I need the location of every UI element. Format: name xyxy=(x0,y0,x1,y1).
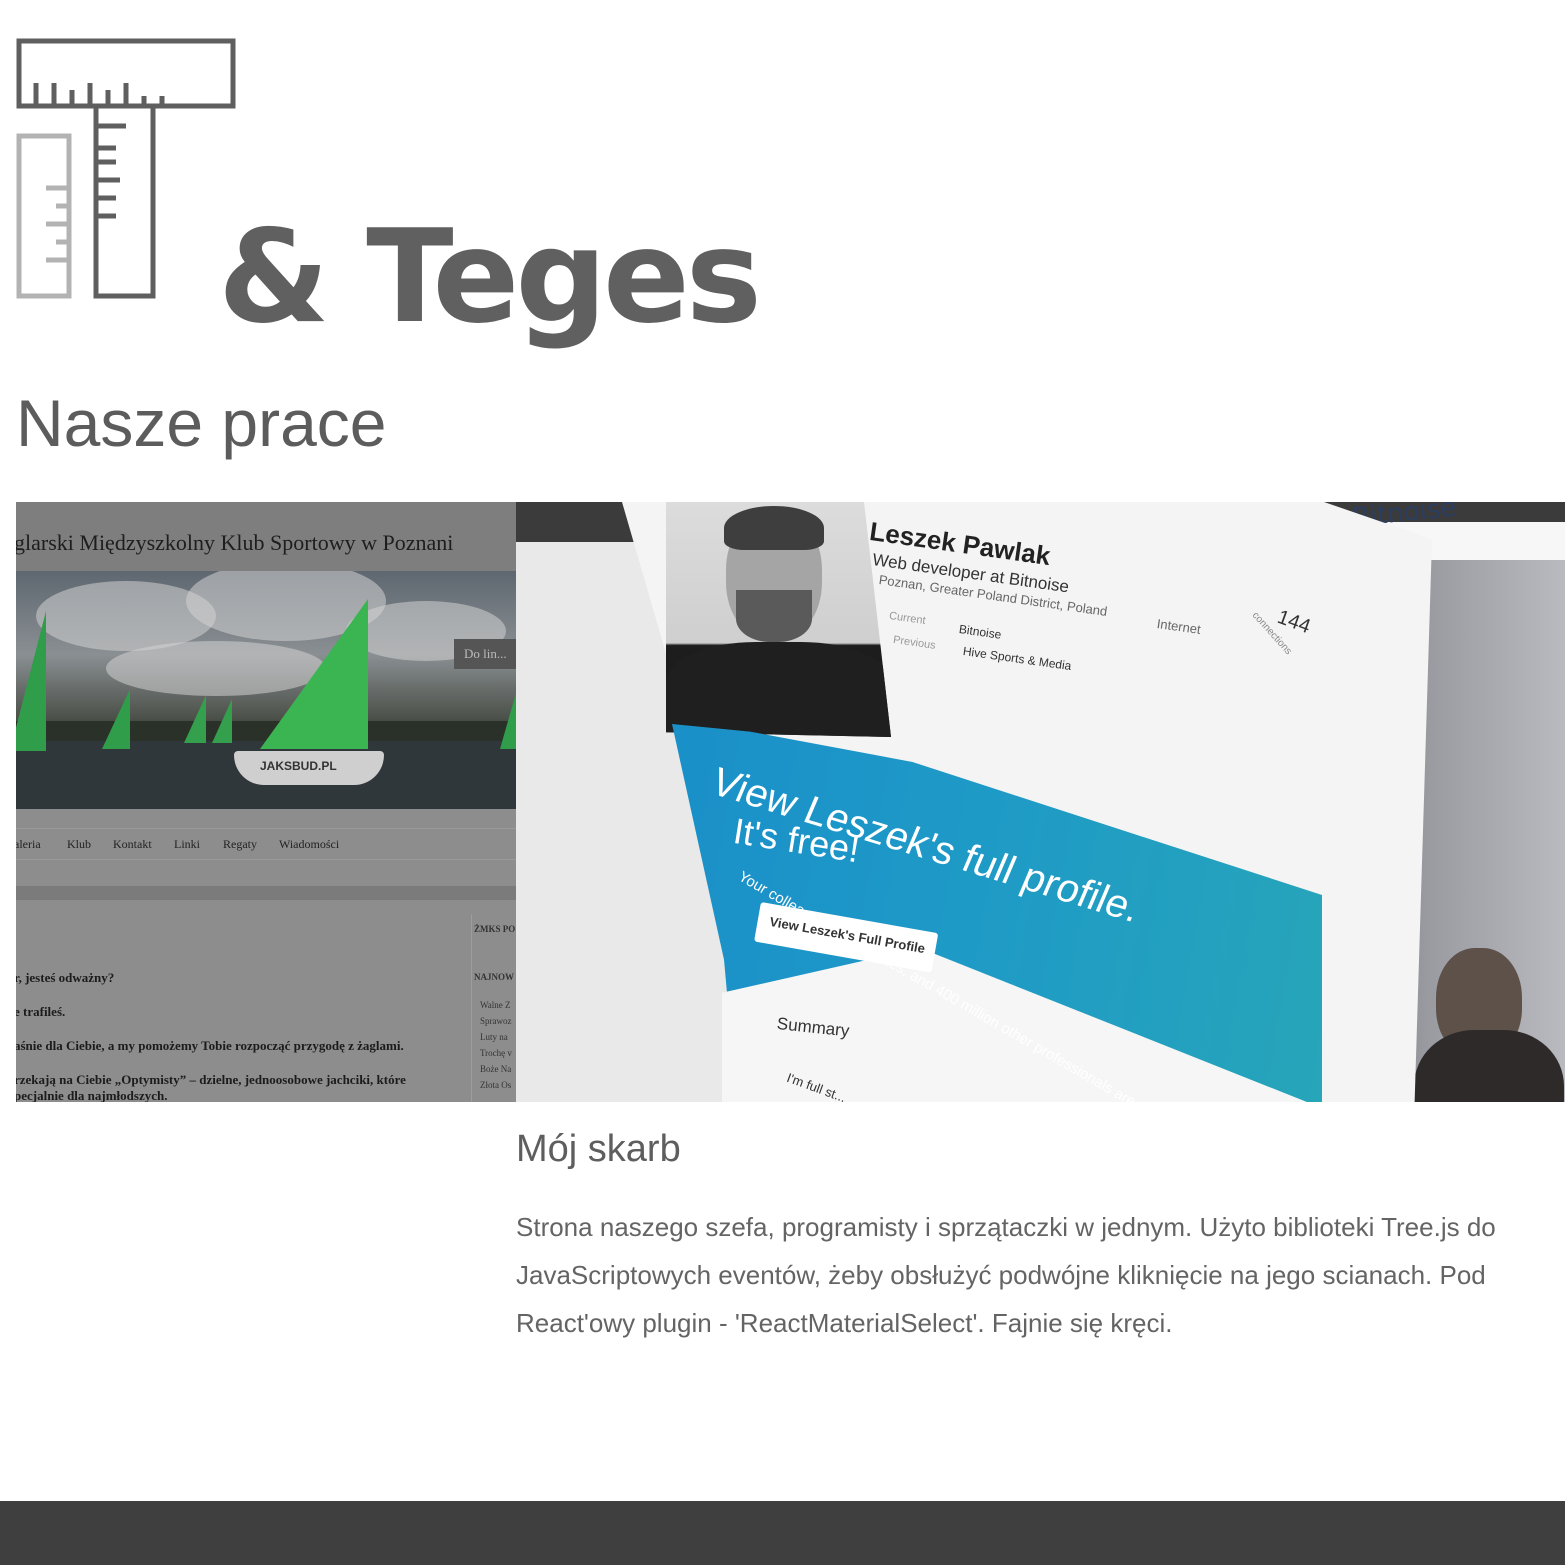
nav-item: Kontakt xyxy=(113,837,152,851)
sidebar-rule xyxy=(471,914,472,1102)
nav-item: Linki xyxy=(174,837,200,851)
slide-sailing-club[interactable]: glarski Międzyszkolny Klub Sportowy w Po… xyxy=(16,502,516,1102)
sidebar-link: Złota Os xyxy=(480,1080,512,1090)
body-line: aśnie dla Ciebie, a my pomożemy Tobie ro… xyxy=(16,1038,404,1053)
sidebar-link: Sprawoz xyxy=(480,1016,512,1026)
body-line: e trafileś. xyxy=(16,1004,66,1019)
body-line: r, jesteś odważny? xyxy=(16,970,115,985)
description-line: JavaScriptowych eventów, żeby obsłużyć p… xyxy=(516,1260,1486,1290)
body-line: pecjalnie dla najmłodszych. xyxy=(16,1088,168,1102)
site-nav: aleria Klub Kontakt Linki Regaty Wiadomo… xyxy=(16,828,516,860)
sidebar-link: Trochę v xyxy=(480,1048,512,1058)
site-logo[interactable]: & Teges xyxy=(16,38,762,342)
slide-profile-cube[interactable]: Bitnoise Leszek Pawlak Web developer at … xyxy=(516,502,1565,1102)
description-line: Strona naszego szefa, programisty i sprz… xyxy=(516,1212,1496,1242)
body-line: rzekają na Ciebie „Optymisty” – dzielne,… xyxy=(16,1072,406,1087)
nav-item: Regaty xyxy=(223,837,257,851)
hull-text: JAKSBUD.PL xyxy=(260,759,337,773)
sidebar-link: Luty na xyxy=(480,1032,508,1042)
project-title: Mój skarb xyxy=(516,1128,681,1170)
sailing-photo: JAKSBUD.PL Do lin... xyxy=(16,571,516,809)
slide-badge: Do lin... xyxy=(454,639,516,669)
slide-header-text: glarski Międzyszkolny Klub Sportowy w Po… xyxy=(16,530,454,555)
slide-header-bar: glarski Międzyszkolny Klub Sportowy w Po… xyxy=(16,502,516,571)
sidebar-link: Walne Z xyxy=(480,1000,511,1010)
portfolio-gallery[interactable]: glarski Międzyszkolny Klub Sportowy w Po… xyxy=(16,502,1565,1102)
footer xyxy=(0,1501,1565,1565)
profile-photo xyxy=(666,502,891,737)
divider xyxy=(16,886,516,900)
sidebar-heading: NAJNOW xyxy=(474,972,514,982)
section-title: Nasze prace xyxy=(16,386,387,460)
nav-item: Klub xyxy=(67,837,91,851)
sidebar-heading: ŻMKS PO xyxy=(474,924,516,934)
brand-name: & Teges xyxy=(218,203,762,352)
sidebar-link: Boże Na xyxy=(480,1064,512,1074)
nav-item: Wiadomości xyxy=(279,837,340,851)
nav-item: aleria xyxy=(16,837,41,851)
description-line: React'owy plugin - 'ReactMaterialSelect'… xyxy=(516,1308,1173,1338)
project-description: Strona naszego szefa, programisty i sprz… xyxy=(516,1203,1565,1347)
